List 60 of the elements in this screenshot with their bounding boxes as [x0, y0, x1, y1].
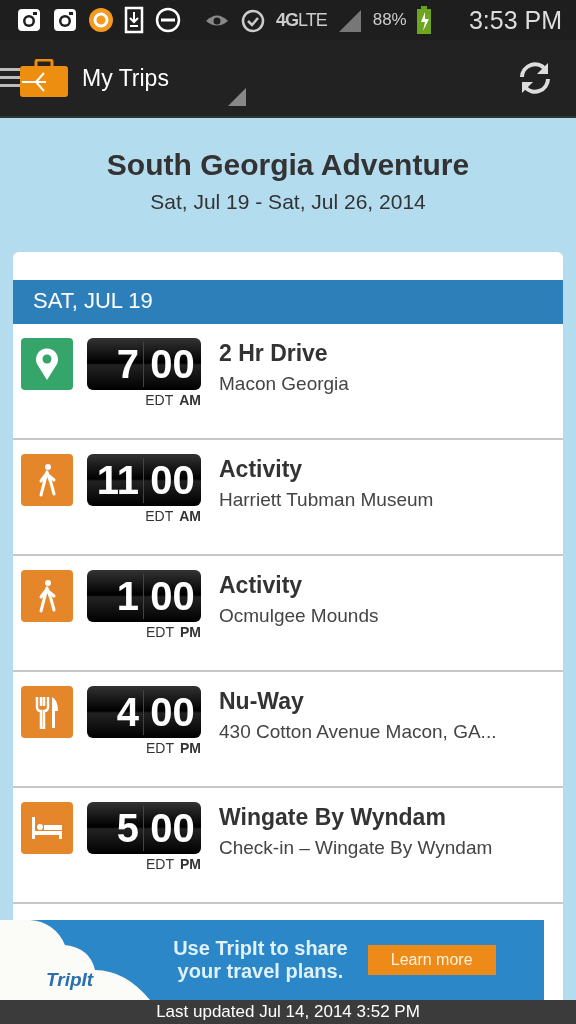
app-title[interactable]: My Trips	[82, 64, 169, 92]
time-ampm: AM	[179, 392, 201, 408]
ad-message: Use TripIt to share	[173, 937, 348, 960]
time-hour: 4	[87, 689, 144, 735]
item-subtitle: 430 Cotton Avenue Macon, GA...	[219, 721, 497, 743]
itinerary-item[interactable]: 1 00 EDT PM Activity Ocmulgee Mounds	[13, 556, 563, 672]
item-title: Activity	[219, 572, 304, 599]
walking-person-icon	[21, 454, 73, 506]
time-zone: EDT	[146, 624, 174, 640]
dropdown-corner-icon[interactable]	[228, 88, 246, 106]
time-zone: EDT	[146, 856, 174, 872]
item-title: Activity	[219, 456, 304, 483]
camera-icon	[52, 7, 78, 33]
time-zone: EDT	[145, 508, 174, 524]
time-minute: 00	[149, 341, 196, 387]
time-minute: 00	[149, 457, 196, 503]
network-label: 4GLTE	[276, 9, 327, 31]
battery-percent: 88%	[372, 10, 407, 30]
briefcase-icon[interactable]	[20, 59, 68, 97]
time-ampm: PM	[180, 624, 201, 640]
time-minute: 00	[149, 805, 196, 851]
bed-icon	[21, 802, 73, 854]
ad-message: your travel plans.	[177, 960, 344, 983]
itinerary-item[interactable]: 7 00 EDT AM 2 Hr Drive Macon Georgia	[13, 324, 563, 440]
item-title: 2 Hr Drive	[219, 340, 329, 367]
time-ampm: AM	[179, 508, 201, 524]
tripit-logo: TripIt	[46, 969, 94, 991]
day-label: SAT, JUL 19	[33, 288, 153, 313]
item-subtitle: Macon Georgia	[219, 373, 349, 395]
fork-knife-icon	[21, 686, 73, 738]
time-zone: EDT	[145, 392, 174, 408]
time-minute: 00	[149, 689, 196, 735]
time-ampm: PM	[180, 856, 201, 872]
camera-icon	[16, 7, 42, 33]
item-subtitle: Harriett Tubman Museum	[219, 489, 434, 511]
walking-person-icon	[21, 570, 73, 622]
trip-title: South Georgia Adventure	[105, 148, 471, 182]
itinerary-item[interactable]: 11 00 EDT AM Activity Harriett Tubman Museum	[13, 440, 563, 556]
itinerary-item[interactable]: 4 00 EDT PM Nu-Way 430 Cotton Avenue Macon, GA...	[13, 672, 563, 788]
ad-banner[interactable]: TripIt Use TripIt to share your travel plans. Learn more	[0, 920, 544, 1000]
time-hour: 5	[87, 805, 144, 851]
clock-time: 3:53 PM	[468, 5, 562, 35]
item-subtitle: Check-in – Wingate By Wyndam	[219, 837, 493, 859]
time-hour: 1	[87, 573, 144, 619]
time-hour: 11	[87, 457, 144, 503]
last-updated-text: Last updated Jul 14, 2014 3:52 PM	[156, 1002, 420, 1021]
map-pin-icon	[21, 338, 73, 390]
download-icon	[124, 6, 144, 34]
itinerary-item[interactable]: 5 00 EDT PM Wingate By Wyndam Check-in – Wingate By Wyndam	[13, 788, 563, 904]
time-hour: 7	[87, 341, 144, 387]
time-minute: 00	[149, 573, 196, 619]
trip-dates: Sat, Jul 19 - Sat, Jul 26, 2014	[149, 190, 427, 214]
app-circle-icon	[88, 7, 114, 33]
item-subtitle: Ocmulgee Mounds	[219, 605, 379, 627]
time-zone: EDT	[146, 740, 174, 756]
minus-circle-icon	[154, 6, 182, 34]
item-title: Wingate By Wyndam	[219, 804, 447, 831]
time-ampm: PM	[180, 740, 201, 756]
battery-icon	[416, 6, 431, 34]
item-title: Nu-Way	[219, 688, 305, 715]
